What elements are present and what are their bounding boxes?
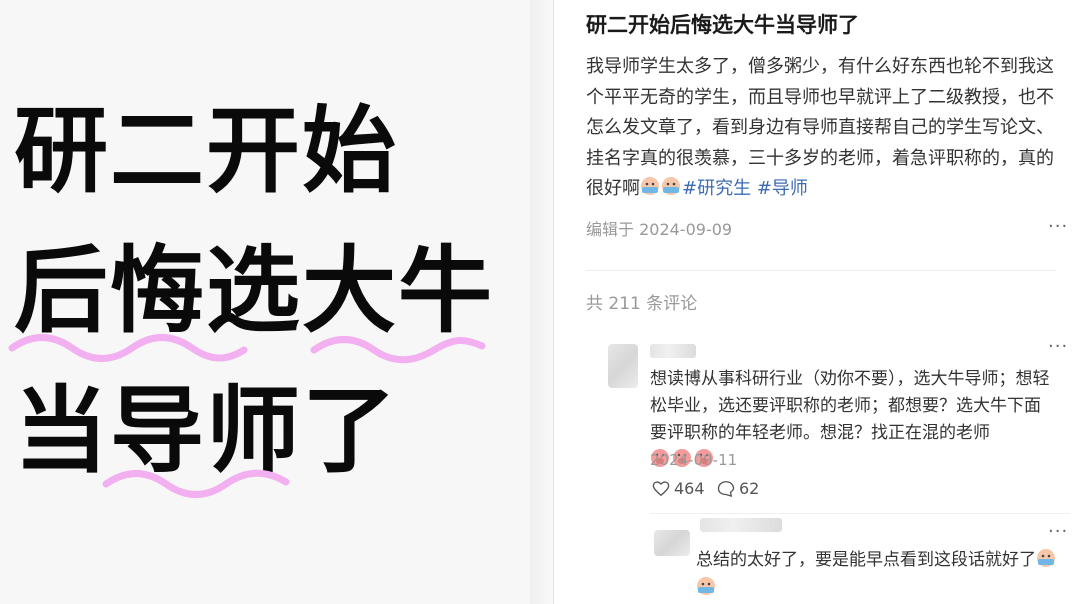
crying-face-emoji-icon	[697, 577, 715, 595]
comment-date: 2024-09-11	[650, 451, 738, 469]
cover-image: 研二开始 后悔选大牛 当导师了	[0, 0, 530, 604]
reply-count: 62	[739, 479, 760, 498]
more-dots-icon[interactable]: ···	[1048, 336, 1068, 357]
emoji-pair	[640, 176, 682, 207]
blurred-username[interactable]	[700, 518, 782, 532]
like-button[interactable]: 464	[652, 479, 705, 498]
cover-line-1: 研二开始	[14, 97, 399, 206]
section-divider	[586, 270, 1056, 271]
comment-text: 总结的太好了，要是能早点看到这段话就好了	[696, 547, 1066, 574]
edited-date: 编辑于 2024-09-09	[586, 220, 733, 239]
panel-divider	[530, 0, 554, 604]
hashtag-link[interactable]: #导师	[757, 178, 808, 199]
comment-bubble-icon	[717, 481, 735, 497]
like-count: 464	[674, 479, 705, 498]
post-body: 我导师学生太多了，僧多粥少，有什么好东西也轮不到我这个平平无奇的学生，而且导师也…	[586, 52, 1056, 207]
reply-button[interactable]: 62	[717, 479, 759, 498]
hashtag-link[interactable]: #研究生	[682, 178, 751, 199]
crying-face-emoji-icon	[641, 177, 680, 195]
blurred-username[interactable]	[650, 344, 696, 358]
heart-icon	[652, 481, 670, 497]
post-panel: 研二开始后悔选大牛当导师了 我导师学生太多了，僧多粥少，有什么好东西也轮不到我这…	[554, 0, 1080, 604]
post-title: 研二开始后悔选大牛当导师了	[586, 13, 859, 37]
avatar[interactable]	[654, 530, 690, 556]
more-dots-icon[interactable]: ···	[1048, 521, 1068, 542]
more-dots-icon[interactable]: ···	[1048, 216, 1068, 237]
cover-underline-squiggle-1	[8, 334, 486, 364]
crying-face-emoji-icon	[1037, 549, 1055, 567]
avatar[interactable]	[608, 344, 638, 388]
comment-count: 共 211 条评论	[586, 294, 698, 314]
cover-underline-squiggle-2	[102, 469, 290, 498]
reply-divider	[650, 513, 1070, 514]
